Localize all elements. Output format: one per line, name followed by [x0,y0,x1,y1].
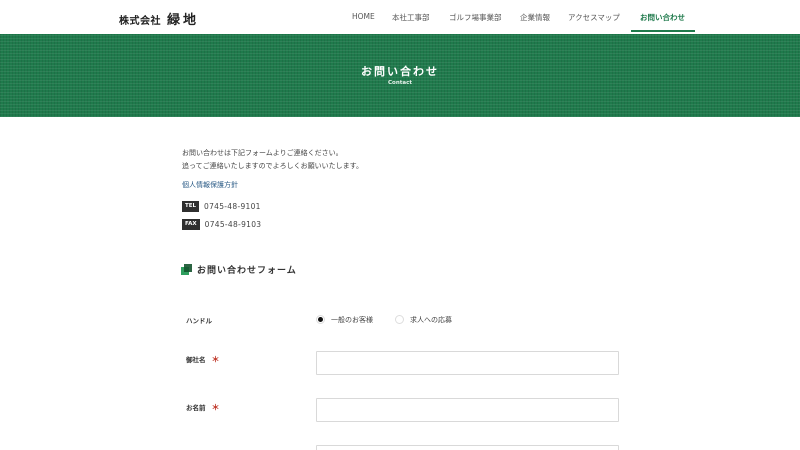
required-mark: ＊ [211,403,220,412]
tel-row: TEL 0745-48-9101 [182,201,261,212]
intro-text: お問い合わせは下記フォームよりご連絡ください。 追ってご連絡いたしますのでよろし… [182,147,363,173]
handle-label: ハンドル [186,317,212,325]
nav-item-golf[interactable]: ゴルフ場事業部 [449,12,502,23]
fax-row: FAX 0745-48-9103 [182,219,261,230]
tel-number[interactable]: 0745-48-9101 [204,202,261,211]
nav-item-contact[interactable]: お問い合わせ [640,12,685,23]
nav-item-construction[interactable]: 本社工事部 [392,12,430,23]
radio-selected-icon[interactable] [316,315,325,324]
intro-line-1: お問い合わせは下記フォームよりご連絡ください。 [182,149,343,157]
required-mark: ＊ [211,355,220,364]
radio-general-customer[interactable]: 一般のお客様 [316,313,373,326]
tel-badge: TEL [182,201,200,212]
privacy-policy-link[interactable]: 個人情報保護方針 [182,180,238,190]
radio-job-application[interactable]: 求人への応募 [395,313,452,326]
radio-general-label: 一般のお客様 [331,315,373,324]
form-heading: お問い合わせフォーム [181,262,297,276]
page-subtitle: Contact [388,80,412,86]
fax-badge: FAX [182,219,200,230]
squares-icon [181,263,192,275]
name-label: お名前 ＊ [186,402,220,413]
nav-item-company[interactable]: 企業情報 [520,12,550,23]
site-header: 株式会社 緑地 HOME 本社工事部 ゴルフ場事業部 企業情報 アクセスマップ お… [0,0,800,34]
radio-job-label: 求人への応募 [410,315,452,324]
name-label-text: お名前 [186,404,206,412]
company-input[interactable] [316,351,619,375]
nav-item-access[interactable]: アクセスマップ [568,12,620,23]
name-input[interactable] [316,398,619,422]
intro-line-2: 追ってご連絡いたしますのでよろしくお願いいたします。 [182,162,363,170]
company-label-text: 御社名 [186,356,206,364]
nav-item-home[interactable]: HOME [352,12,375,21]
page-title: お問い合わせ [361,65,439,78]
radio-unselected-icon[interactable] [395,315,404,324]
next-field-input[interactable] [316,445,619,450]
form-heading-text: お問い合わせフォーム [197,265,297,276]
hero-banner: お問い合わせ Contact [0,34,800,117]
company-label: 御社名 ＊ [186,354,220,365]
nav-active-underline [631,30,695,32]
fax-number: 0745-48-9103 [204,220,262,229]
